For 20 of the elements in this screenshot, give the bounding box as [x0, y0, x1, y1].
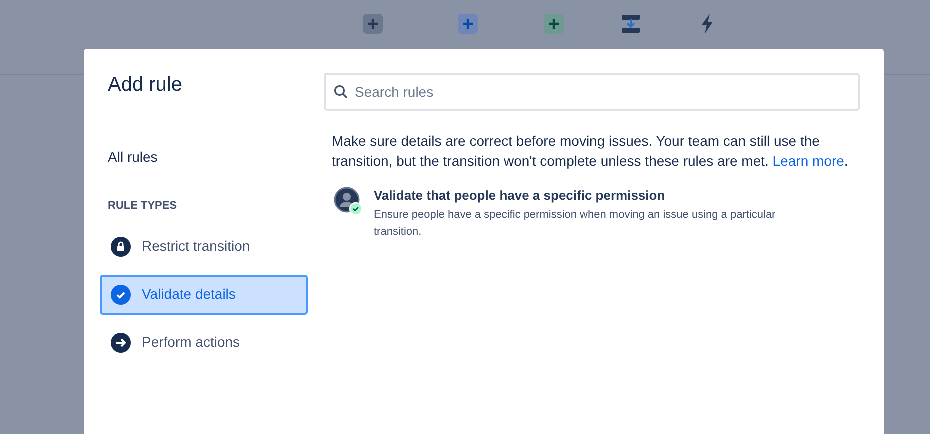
rule-type-item[interactable]: Restrict transition — [100, 226, 308, 266]
rule-title[interactable]: Validate that people have a specific permission — [374, 187, 824, 205]
rule-type-item[interactable]: Perform actions — [100, 322, 308, 362]
learn-more-link[interactable]: Learn more — [772, 153, 844, 169]
dialog-title: Add rule — [107, 73, 184, 97]
all-rules-link[interactable]: All rules — [84, 147, 324, 168]
section-heading: RULE TYPES — [107, 199, 178, 214]
check-icon — [111, 284, 131, 304]
lock-icon — [111, 236, 131, 256]
lightning-icon — [700, 14, 714, 34]
transition-icon — [622, 14, 640, 34]
search-field[interactable]: Search rules — [324, 73, 860, 111]
rule-description: Ensure people have a specific permission when moving an issue using a particular transition. — [374, 208, 777, 240]
plus-icon — [362, 14, 382, 34]
plus-icon — [544, 14, 564, 34]
rule-type-item[interactable]: Validate details — [100, 274, 308, 314]
search-icon — [334, 85, 348, 99]
plus-icon — [458, 14, 478, 34]
person-icon — [334, 187, 364, 217]
description: Make sure details are correct before moving issues. Your team can still use the transition, but the transition won't complete unless these rules are met. Learn more. — [331, 132, 850, 171]
